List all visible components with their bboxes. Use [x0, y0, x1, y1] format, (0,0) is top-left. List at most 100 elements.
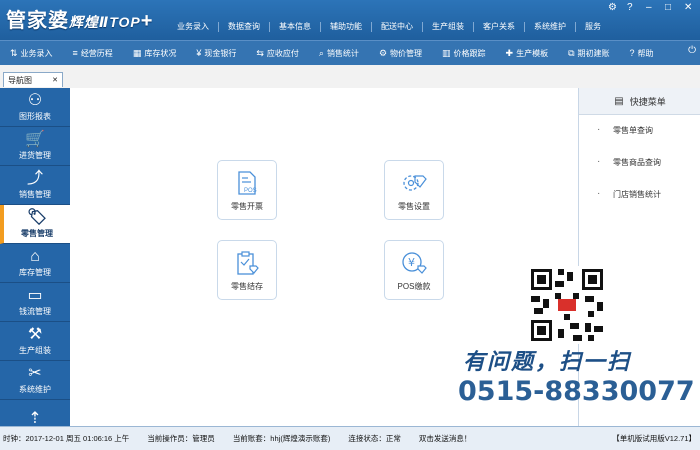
status-connection: 连接状态：正常 — [348, 434, 401, 443]
sidebar-item-label: 系统维护 — [19, 385, 51, 394]
sidebar-item-label: 进货管理 — [19, 151, 51, 160]
menu-item[interactable]: 系统维护 — [525, 22, 576, 32]
toolbar-label: 应收应付 — [266, 48, 299, 58]
status-version: 【单机版试用版V12.71】 — [612, 434, 696, 443]
sidebar-item-label: 零售管理 — [21, 229, 53, 238]
quick-link-product-query[interactable]: 零售商品查询 — [579, 146, 700, 179]
sidebar-item-chart-reports[interactable]: ⚇ 图形报表 — [0, 88, 70, 127]
tab-close-icon[interactable]: ✕ — [52, 76, 58, 84]
tag-icon: 🏷 — [26, 209, 48, 226]
tab-label: 导航图 — [8, 75, 32, 85]
app-logo: 管家婆辉煌ⅡTOP+ — [6, 4, 153, 33]
sidebar-item-sales[interactable]: ⤴ 销售管理 — [0, 166, 70, 205]
yen-text: ¥ — [408, 256, 415, 269]
window-icon: ⧉ — [568, 47, 575, 58]
arrow-up-icon: ⇡ — [28, 409, 42, 427]
close-icon[interactable]: ✕ — [684, 2, 692, 13]
sidebar-item-label: 库存管理 — [19, 268, 51, 277]
quick-link-store-sales[interactable]: 门店销售统计 — [579, 178, 700, 211]
menu-item[interactable]: 数据查询 — [219, 22, 270, 32]
menu-item[interactable]: 服务 — [576, 22, 610, 32]
exchange-icon: ⇆ — [256, 47, 264, 58]
toolbar-label: 销售统计 — [326, 48, 359, 58]
quick-link-label: 零售单查询 — [613, 126, 653, 135]
retail-settings-tile[interactable]: 零售设置 — [384, 160, 444, 220]
brand-edition: 辉煌ⅡTOP — [69, 14, 141, 30]
gear-icon: ⚙ — [378, 47, 388, 58]
toolbar-sales-stats-button[interactable]: ⌕ 销售统计 — [309, 48, 369, 59]
plus-icon: ✚ — [505, 47, 514, 58]
toolbar-label: 期初建账 — [577, 48, 610, 58]
toolbar-entry-button[interactable]: ⇅ 业务录入 — [0, 48, 63, 59]
pos-text: POS — [244, 188, 257, 194]
arrows-icon: ⇅ — [10, 47, 18, 58]
settings-icon[interactable]: ⚙ — [608, 2, 617, 13]
sidebar-item-maintenance[interactable]: ✂ 系统维护 — [0, 361, 70, 400]
qr-code-icon — [528, 266, 606, 344]
toolbar-receivable-button[interactable]: ⇆ 应收应付 — [246, 48, 309, 59]
toolbar-price-track-button[interactable]: ▥ 价格跟踪 — [432, 48, 496, 59]
minimize-icon[interactable]: – — [646, 2, 652, 13]
house-icon: ⌂ — [30, 248, 40, 265]
tile-label: 零售结存 — [231, 281, 263, 291]
yen-coin-icon: ¥ — [402, 251, 427, 274]
sidebar-item-purchase[interactable]: 🛒 进货管理 — [0, 127, 70, 166]
sidebar-item-label: 图形报表 — [19, 112, 51, 121]
title-bar: 管家婆辉煌ⅡTOP+ 业务录入 数据查询 基本信息 辅助功能 配送中心 生产组装… — [0, 0, 700, 40]
tile-label: POS缴款 — [397, 281, 431, 291]
toolbar-template-button[interactable]: ✚ 生产模板 — [496, 48, 559, 59]
toolbar-price-button[interactable]: ⚙ 物价管理 — [369, 48, 432, 59]
sidebar-item-retail[interactable]: 🏷 零售管理 — [0, 205, 70, 244]
brand-name: 管家婆 — [6, 10, 69, 32]
toolbar-label: 现金银行 — [204, 48, 237, 58]
receipt-pos-icon: POS — [238, 170, 257, 195]
sidebar-item-inventory[interactable]: ⌂ 库存管理 — [0, 244, 70, 283]
scan-prompt: 有问题，扫一扫 — [463, 349, 632, 374]
quick-menu-title: 快捷菜单 — [629, 96, 666, 107]
help-icon[interactable]: ? — [627, 2, 633, 13]
toolbar: ⇅ 业务录入 ≡ 经营历程 ▦ 库存状况 ¥ 现金银行 ⇆ 应收应付 ⌕ 销售统计 ⚙ 物价管… — [0, 40, 700, 66]
list-icon: ≡ — [72, 48, 78, 58]
toolbar-history-button[interactable]: ≡ 经营历程 — [63, 48, 123, 59]
status-account: 当前账套：hhj(辉煌演示账套) — [232, 434, 331, 443]
trend-icon: ⤴ — [26, 170, 43, 187]
menu-item[interactable]: 客户关系 — [474, 22, 525, 32]
status-bar: 时钟：2017-12-01 周五 01:06:16 上午 当前操作员：管理员 当… — [0, 426, 700, 450]
menu-item[interactable]: 辅助功能 — [321, 22, 372, 32]
search-icon: ⌕ — [318, 47, 324, 58]
power-icon[interactable]: ⏻ — [688, 45, 696, 56]
grid-circles-icon: ⚇ — [27, 92, 43, 109]
retail-invoice-tile[interactable]: POS 零售开票 — [217, 160, 277, 220]
toolbar-opening-button[interactable]: ⧉ 期初建账 — [558, 48, 619, 59]
sidebar-item-cashflow[interactable]: ▭ 钱流管理 — [0, 283, 70, 322]
menu-item[interactable]: 基本信息 — [270, 22, 321, 32]
quick-link-retail-query[interactable]: 零售单查询 — [579, 114, 700, 147]
maximize-icon[interactable]: □ — [665, 2, 671, 13]
quick-menu-header: ▤ 快捷菜单 — [579, 88, 700, 115]
menu-item[interactable]: 业务录入 — [168, 22, 219, 32]
retail-balance-tile[interactable]: 零售结存 — [217, 240, 277, 300]
toolbar-label: 帮助 — [637, 48, 654, 58]
toolbar-cash-button[interactable]: ¥ 现金银行 — [186, 48, 246, 59]
clipboard-tag-icon — [237, 250, 259, 275]
menu-item[interactable]: 生产组装 — [423, 22, 474, 32]
top-menu: 业务录入 数据查询 基本信息 辅助功能 配送中心 生产组装 客户关系 系统维护 … — [168, 22, 610, 32]
sidebar-item-label: 销售管理 — [19, 190, 51, 199]
sidebar-item-assembly[interactable]: ⚒ 生产组装 — [0, 322, 70, 361]
question-icon: ? — [629, 48, 635, 58]
grid-icon: ▦ — [132, 47, 142, 58]
toolbar-stock-button[interactable]: ▦ 库存状况 — [123, 48, 187, 59]
status-message-link[interactable]: 双击发送消息！ — [419, 433, 472, 444]
pos-payment-tile[interactable]: ¥ POS缴款 — [384, 240, 444, 300]
tab-strip: 导航图 ✕ — [0, 65, 700, 89]
sidebar-item-label: 生产组装 — [19, 346, 51, 355]
settings-tag-icon — [403, 174, 427, 191]
menu-item[interactable]: 配送中心 — [372, 22, 423, 32]
yen-icon: ¥ — [196, 48, 202, 58]
toolbar-label: 业务录入 — [20, 48, 53, 58]
document-icon: ▤ — [614, 95, 624, 107]
toolbar-help-button[interactable]: ? 帮助 — [620, 48, 664, 59]
tab-navigation[interactable]: 导航图 ✕ — [3, 72, 63, 87]
sidebar-item-label: 钱流管理 — [19, 307, 51, 316]
sidebar-item-more[interactable]: ⇡ — [0, 400, 70, 427]
